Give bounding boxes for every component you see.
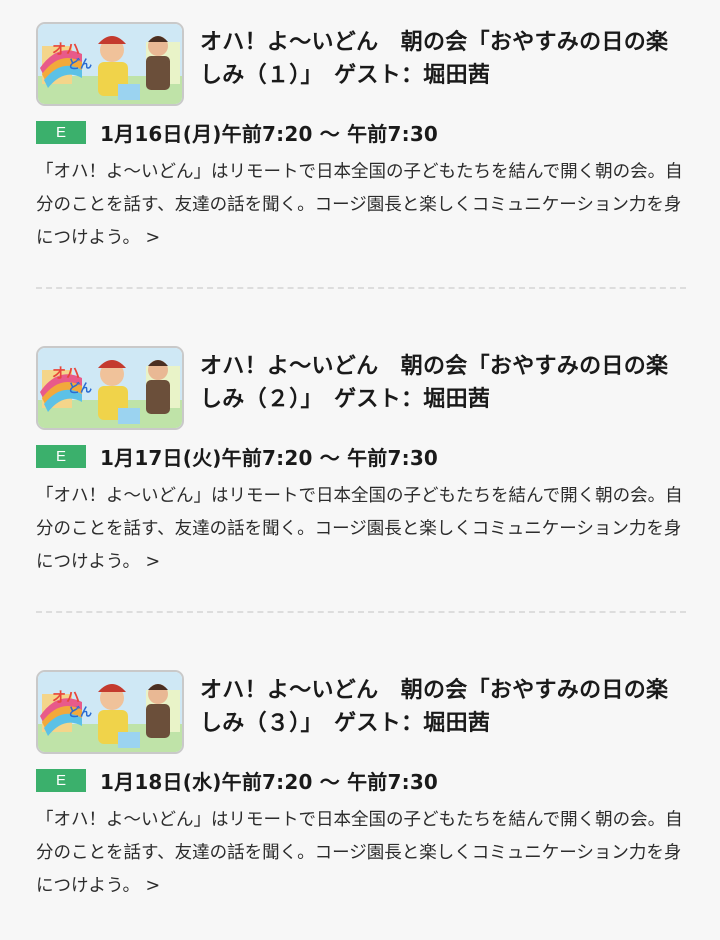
thumbnail-illustration-icon: オハ どん bbox=[38, 672, 182, 752]
program-description-link[interactable]: 「オハ！よ〜いどん」はリモートで日本全国の子どもたちを結んで開く朝の会。自分のこ… bbox=[36, 156, 686, 255]
svg-text:オハ: オハ bbox=[52, 42, 80, 58]
program-description: 「オハ！よ〜いどん」はリモートで日本全国の子どもたちを結んで開く朝の会。自分のこ… bbox=[36, 486, 683, 572]
divider bbox=[36, 611, 686, 613]
airtime: 1月18日(水)午前7:20 ～ 午前7:30 bbox=[100, 770, 439, 794]
program-thumbnail[interactable]: オハ どん bbox=[36, 22, 184, 106]
channel-badge: E bbox=[36, 121, 86, 144]
channel-badge: E bbox=[36, 445, 86, 468]
svg-text:オハ: オハ bbox=[52, 690, 80, 706]
program-item: オハ どん オハ！よ〜いどん 朝の会「おやすみの日の楽しみ（２）」 ゲスト：堀田… bbox=[36, 346, 686, 616]
program-description-link[interactable]: 「オハ！よ〜いどん」はリモートで日本全国の子どもたちを結んで開く朝の会。自分のこ… bbox=[36, 804, 686, 903]
svg-text:どん: どん bbox=[68, 57, 92, 71]
svg-text:オハ: オハ bbox=[52, 366, 80, 382]
program-meta: E 1月16日(月)午前7:20 ～ 午前7:30 bbox=[36, 119, 438, 146]
divider bbox=[36, 287, 686, 289]
thumbnail-illustration-icon: オハ どん bbox=[38, 348, 182, 428]
svg-text:どん: どん bbox=[68, 381, 92, 395]
program-description: 「オハ！よ〜いどん」はリモートで日本全国の子どもたちを結んで開く朝の会。自分のこ… bbox=[36, 810, 683, 896]
program-description: 「オハ！よ〜いどん」はリモートで日本全国の子どもたちを結んで開く朝の会。自分のこ… bbox=[36, 162, 683, 248]
thumbnail-illustration-icon: オハ どん bbox=[38, 24, 182, 104]
program-list: オハ どん オハ！よ〜いどん 朝の会「おやすみの日の楽しみ（１）」 ゲスト：堀田… bbox=[0, 0, 720, 921]
program-item: オハ どん オハ！よ〜いどん 朝の会「おやすみの日の楽しみ（１）」 ゲスト：堀田… bbox=[36, 22, 686, 292]
program-description-link[interactable]: 「オハ！よ〜いどん」はリモートで日本全国の子どもたちを結んで開く朝の会。自分のこ… bbox=[36, 480, 686, 579]
program-thumbnail[interactable]: オハ どん bbox=[36, 346, 184, 430]
airtime: 1月17日(火)午前7:20 ～ 午前7:30 bbox=[100, 446, 439, 470]
program-thumbnail[interactable]: オハ どん bbox=[36, 670, 184, 754]
chevron-right-icon: > bbox=[145, 552, 161, 572]
channel-badge: E bbox=[36, 769, 86, 792]
chevron-right-icon: > bbox=[145, 228, 161, 248]
program-title[interactable]: オハ！よ〜いどん 朝の会「おやすみの日の楽しみ（１）」 ゲスト：堀田茜 bbox=[200, 26, 690, 92]
program-title[interactable]: オハ！よ〜いどん 朝の会「おやすみの日の楽しみ（３）」 ゲスト：堀田茜 bbox=[200, 674, 690, 740]
airtime: 1月16日(月)午前7:20 ～ 午前7:30 bbox=[100, 122, 439, 146]
program-meta: E 1月17日(火)午前7:20 ～ 午前7:30 bbox=[36, 443, 438, 470]
program-title[interactable]: オハ！よ〜いどん 朝の会「おやすみの日の楽しみ（２）」 ゲスト：堀田茜 bbox=[200, 350, 690, 416]
program-item: オハ どん オハ！よ〜いどん 朝の会「おやすみの日の楽しみ（３）」 ゲスト：堀田… bbox=[36, 670, 686, 940]
svg-text:どん: どん bbox=[68, 705, 92, 719]
chevron-right-icon: > bbox=[145, 876, 161, 896]
program-meta: E 1月18日(水)午前7:20 ～ 午前7:30 bbox=[36, 767, 438, 794]
